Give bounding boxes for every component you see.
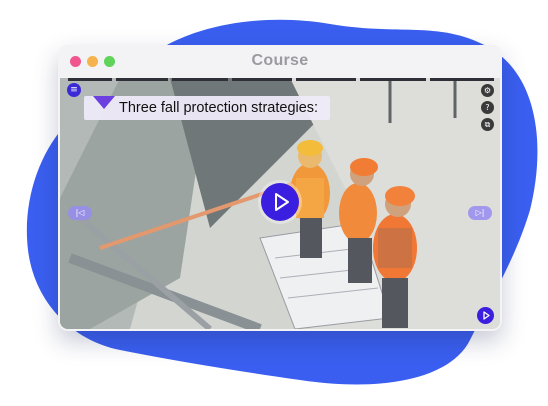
previous-slide-button[interactable]: |◁ (68, 206, 92, 220)
window-title: Course (251, 52, 309, 69)
caption-marker-icon (93, 96, 115, 109)
chapter-progress-segment[interactable] (430, 78, 494, 81)
video-player[interactable]: ≡ Three fall protection strategies: ⚙ ? … (60, 78, 500, 329)
chapter-progress-segment[interactable] (68, 78, 112, 81)
title-bar: Course (58, 45, 502, 78)
slide-caption: Three fall protection strategies: (84, 96, 331, 120)
play-icon (483, 311, 490, 320)
chapter-progress-segment[interactable] (116, 78, 168, 81)
help-icon[interactable]: ? (481, 101, 494, 114)
chapter-progress-segment[interactable] (172, 78, 228, 81)
captions-icon[interactable]: ⧉ (481, 118, 494, 131)
chapter-progress-segment[interactable] (296, 78, 356, 81)
menu-icon[interactable]: ≡ (67, 83, 81, 97)
caption-text: Three fall protection strategies: (119, 100, 319, 116)
chapter-progress-segment[interactable] (360, 78, 426, 81)
play-button[interactable] (261, 183, 299, 221)
mini-play-button[interactable] (477, 307, 494, 324)
course-window: Course ≡ Three fall protection strategie… (58, 45, 502, 331)
chapter-progress-segment[interactable] (232, 78, 292, 81)
next-slide-button[interactable]: ▷| (468, 206, 492, 220)
settings-icon[interactable]: ⚙ (481, 84, 494, 97)
play-icon (275, 193, 289, 211)
